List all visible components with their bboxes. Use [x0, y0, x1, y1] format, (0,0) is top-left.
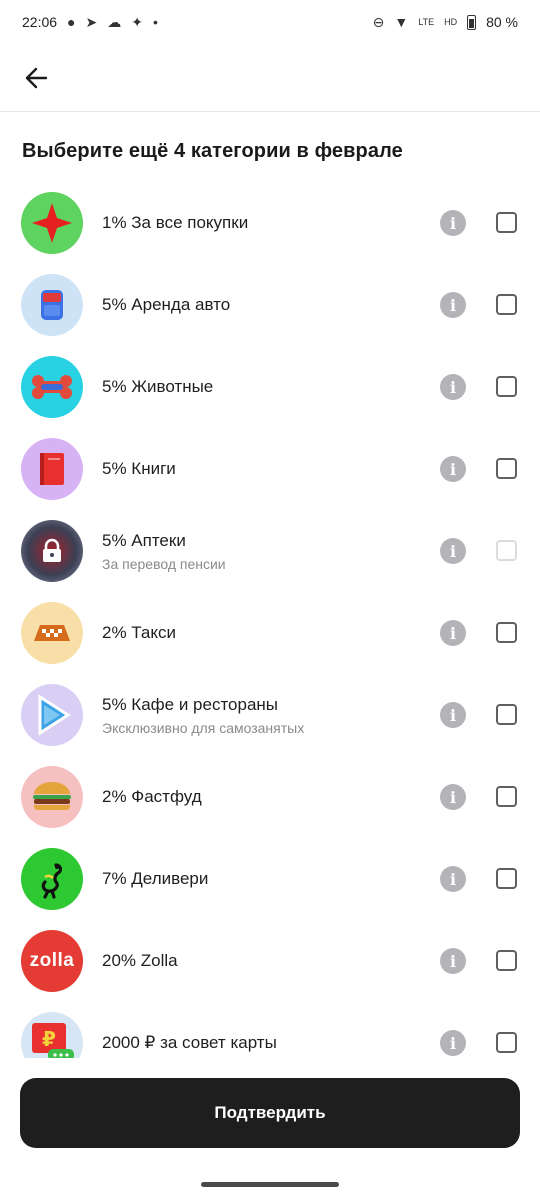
category-row[interactable]: zolla 20% Zolla i [0, 920, 540, 1002]
category-row[interactable]: 5% Кафе и рестораны Эксклюзивно для самоз… [0, 674, 540, 756]
home-indicator[interactable] [201, 1182, 339, 1187]
category-text: 5% Аптеки За перевод пенсии [102, 531, 226, 572]
category-label: 2000 ₽ за совет карты [102, 1033, 277, 1052]
category-text: 5% Книги [102, 459, 176, 479]
category-text: 5% Животные [102, 377, 213, 397]
category-label: 2% Фастфуд [102, 787, 202, 806]
info-icon[interactable]: i [440, 948, 466, 974]
info-icon[interactable]: i [440, 292, 466, 318]
svg-text:₽: ₽ [42, 1027, 56, 1051]
dnd-icon: ⊖ [372, 14, 385, 30]
taxi-icon [21, 602, 83, 664]
category-text: 7% Деливери [102, 869, 208, 889]
category-checkbox[interactable] [496, 212, 517, 233]
category-label: 1% За все покупки [102, 213, 249, 232]
category-label: 5% Кафе и рестораны [102, 694, 279, 714]
category-row[interactable]: 1% За все покупки i [0, 182, 540, 264]
info-icon[interactable]: i [440, 456, 466, 482]
car-rental-icon [21, 274, 83, 336]
category-row[interactable]: 2% Фастфуд i [0, 756, 540, 838]
telegram-icon: ➤ [85, 14, 98, 30]
category-checkbox[interactable] [496, 294, 517, 315]
category-checkbox[interactable] [496, 950, 517, 971]
ostrich-icon [21, 848, 83, 910]
category-subtitle: За перевод пенсии [102, 555, 226, 572]
category-label: 5% Аптеки [102, 530, 186, 550]
dot-icon: • [152, 14, 158, 30]
category-label: 5% Аренда авто [102, 295, 231, 314]
info-icon[interactable]: i [440, 866, 466, 892]
bone-icon [21, 356, 83, 418]
info-icon[interactable]: i [440, 210, 466, 236]
category-checkbox[interactable] [496, 1032, 517, 1053]
arrow-left-icon [25, 67, 48, 88]
category-label: 7% Деливери [102, 869, 209, 888]
category-row[interactable]: 2% Такси i [0, 592, 540, 674]
confirm-button[interactable]: Подтвердить [20, 1078, 520, 1148]
category-row[interactable]: ₽2000 ₽ за совет карты i [0, 1002, 540, 1058]
category-subtitle: Эксклюзивно для самозанятых [102, 719, 305, 736]
category-label: 2% Такси [102, 623, 176, 642]
category-row[interactable]: 7% Деливери i [0, 838, 540, 920]
info-icon[interactable]: i [440, 538, 466, 564]
signal-lte-label: LTE [418, 16, 435, 27]
burger-icon [21, 766, 83, 828]
info-icon[interactable]: i [440, 784, 466, 810]
category-text: 1% За все покупки [102, 213, 248, 233]
play-icon [21, 684, 83, 746]
lock-icon [21, 520, 83, 582]
wifi-icon: ▼ [394, 14, 409, 30]
page-title: Выберите ещё 4 категории в феврале [22, 140, 403, 162]
status-bar: 22:06 ● ➤ ☁ ✦ • ⊖ ▼ LTE HD 80 % [0, 0, 540, 44]
back-button[interactable] [22, 63, 52, 93]
category-row[interactable]: 5% Книги i [0, 428, 540, 510]
info-icon[interactable]: i [440, 702, 466, 728]
battery-icon [467, 14, 477, 30]
category-checkbox[interactable] [496, 868, 517, 889]
sparkle-icon: ✦ [131, 14, 143, 30]
category-label: 5% Животные [102, 377, 214, 396]
category-label: 5% Книги [102, 459, 176, 478]
top-app-bar [0, 44, 540, 112]
ruble-card-icon: ₽ [21, 1012, 83, 1058]
category-checkbox[interactable] [496, 458, 517, 479]
category-row[interactable]: 5% Животные i [0, 346, 540, 428]
category-text: 2% Такси [102, 623, 176, 643]
cloud-icon: ☁ [107, 14, 122, 30]
category-text: 20% Zolla [102, 951, 178, 971]
battery-level: 80 % [486, 14, 518, 30]
hd-label: HD [444, 16, 458, 27]
category-checkbox [496, 540, 517, 561]
category-text: 5% Кафе и рестораны Эксклюзивно для самоз… [102, 695, 304, 736]
category-checkbox[interactable] [496, 622, 517, 643]
book-icon [21, 438, 83, 500]
category-label: 20% Zolla [102, 951, 178, 970]
info-icon[interactable]: i [440, 620, 466, 646]
red-star-icon [21, 192, 83, 254]
status-time: 22:06 [22, 14, 58, 30]
category-row[interactable]: 5% Аренда авто i [0, 264, 540, 346]
category-text: 5% Аренда авто [102, 295, 230, 315]
status-right: ⊖ ▼ LTE HD 80 % [373, 14, 518, 30]
category-text: 2% Фастфуд [102, 787, 202, 807]
status-left: 22:06 ● ➤ ☁ ✦ • [22, 14, 158, 30]
category-checkbox[interactable] [496, 786, 517, 807]
category-checkbox[interactable] [496, 704, 517, 725]
chat-icon: ● [67, 14, 76, 30]
category-list: 1% За все покупки i 5% Аренда авто i 5% Живо… [0, 182, 540, 1058]
zolla-logo-icon: zolla [21, 930, 83, 992]
category-text: 2000 ₽ за совет карты [102, 1033, 277, 1053]
category-row[interactable]: 5% Аптеки За перевод пенсии i [0, 510, 540, 592]
category-checkbox[interactable] [496, 376, 517, 397]
info-icon[interactable]: i [440, 1030, 466, 1056]
info-icon[interactable]: i [440, 374, 466, 400]
zolla-logo-text: zolla [29, 950, 75, 971]
